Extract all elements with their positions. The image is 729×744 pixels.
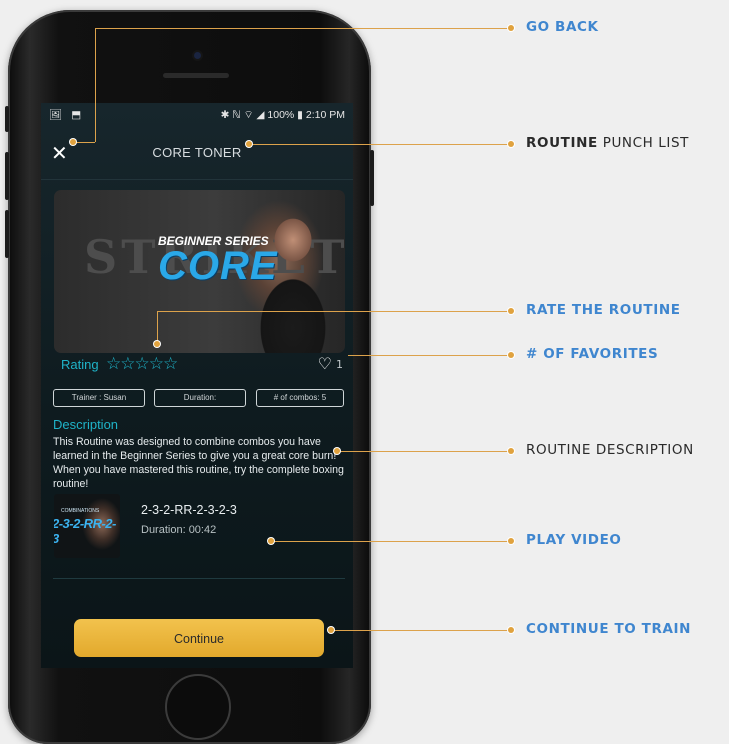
- continue-connector: [332, 630, 510, 631]
- continue-button[interactable]: Continue: [74, 619, 324, 657]
- power-button: [370, 150, 374, 206]
- description-connector: [337, 451, 510, 452]
- routine-info-pills: Trainer : Susan Duration: # of combos: 5: [53, 389, 345, 407]
- rating-label: Rating: [61, 357, 99, 372]
- callout-routine-description: ROUTINE DESCRIPTION: [526, 442, 694, 458]
- video-thumbnail[interactable]: COMBINATIONS 2-3-2-RR-2-3: [54, 494, 120, 558]
- play-video-connector: [272, 541, 510, 542]
- rating-stars[interactable]: ☆☆☆☆☆: [106, 354, 178, 374]
- rate-end-marker: [508, 308, 514, 314]
- video-title: 2-3-2-RR-2-3-2-3: [141, 503, 237, 517]
- callout-routine-bold: ROUTINE: [526, 135, 598, 151]
- description-text: This Routine was designed to combine com…: [53, 436, 344, 490]
- rate-connector: [157, 311, 510, 312]
- combos-pill: # of combos: 5: [256, 389, 344, 407]
- description-heading: Description: [53, 417, 119, 432]
- heart-icon[interactable]: ♡: [318, 354, 332, 373]
- callout-go-back: GO BACK: [526, 19, 599, 35]
- earpiece-speaker: [163, 73, 229, 78]
- callout-rate-routine: RATE THE ROUTINE: [526, 302, 681, 318]
- trainer-pill: Trainer : Susan: [53, 389, 145, 407]
- page-title: CORE TONER: [152, 145, 242, 160]
- mute-switch: [5, 106, 9, 132]
- callout-play-video: PLAY VIDEO: [526, 532, 622, 548]
- boxer-figure: [250, 208, 336, 353]
- status-left-icons: 🖼 ⬒: [49, 109, 85, 121]
- favorites-connector: [348, 355, 510, 356]
- status-right: ✱ ℕ ⌔ ◢ 100% ▮ 2:10 PM: [220, 109, 345, 121]
- callout-favorites: # OF FAVORITES: [526, 346, 659, 362]
- rate-marker: [154, 341, 160, 347]
- continue-marker: [328, 627, 334, 633]
- video-list-item[interactable]: COMBINATIONS 2-3-2-RR-2-3 2-3-2-RR-2-3-2…: [53, 494, 345, 579]
- rating-row: Rating ☆☆☆☆☆ ♡ 1: [61, 354, 346, 375]
- play-video-end-marker: [508, 538, 514, 544]
- punch-list-connector: [250, 144, 510, 145]
- favorites-count: 1: [336, 358, 343, 371]
- continue-end-marker: [508, 627, 514, 633]
- thumbnail-subtitle: COMBINATIONS: [61, 508, 100, 514]
- favorites-end-marker: [508, 352, 514, 358]
- go-back-connector-vertical: [95, 28, 96, 142]
- description-end-marker: [508, 448, 514, 454]
- callout-routine-punch-list: ROUTINE PUNCH LIST: [526, 135, 689, 151]
- duration-pill: Duration:: [154, 389, 246, 407]
- phone-frame: 🖼 ⬒ ✱ ℕ ⌔ ◢ 100% ▮ 2:10 PM ✕ CORE TONER …: [5, 10, 374, 744]
- app-header: ✕ CORE TONER: [41, 127, 353, 180]
- routine-hero-image: STRIKETEC BEGINNER SERIES CORE: [54, 190, 345, 353]
- description-marker: [334, 448, 340, 454]
- status-bar: 🖼 ⬒ ✱ ℕ ⌔ ◢ 100% ▮ 2:10 PM: [41, 103, 353, 127]
- punch-list-marker: [246, 141, 252, 147]
- go-back-end-marker: [508, 25, 514, 31]
- video-duration: Duration: 00:42: [141, 524, 217, 536]
- go-back-connector-stub: [73, 142, 95, 143]
- front-camera: [194, 52, 201, 59]
- punch-list-end-marker: [508, 141, 514, 147]
- volume-down-button: [5, 210, 9, 258]
- go-back-marker: [70, 139, 76, 145]
- home-button[interactable]: [165, 674, 231, 740]
- callout-punch-list: PUNCH LIST: [602, 135, 690, 151]
- play-video-marker: [268, 538, 274, 544]
- volume-up-button: [5, 152, 9, 200]
- thumbnail-title: 2-3-2-RR-2-3: [54, 516, 116, 546]
- app-screen: 🖼 ⬒ ✱ ℕ ⌔ ◢ 100% ▮ 2:10 PM ✕ CORE TONER …: [41, 103, 353, 668]
- callout-continue-to-train: CONTINUE TO TRAIN: [526, 621, 692, 637]
- go-back-connector: [95, 28, 510, 29]
